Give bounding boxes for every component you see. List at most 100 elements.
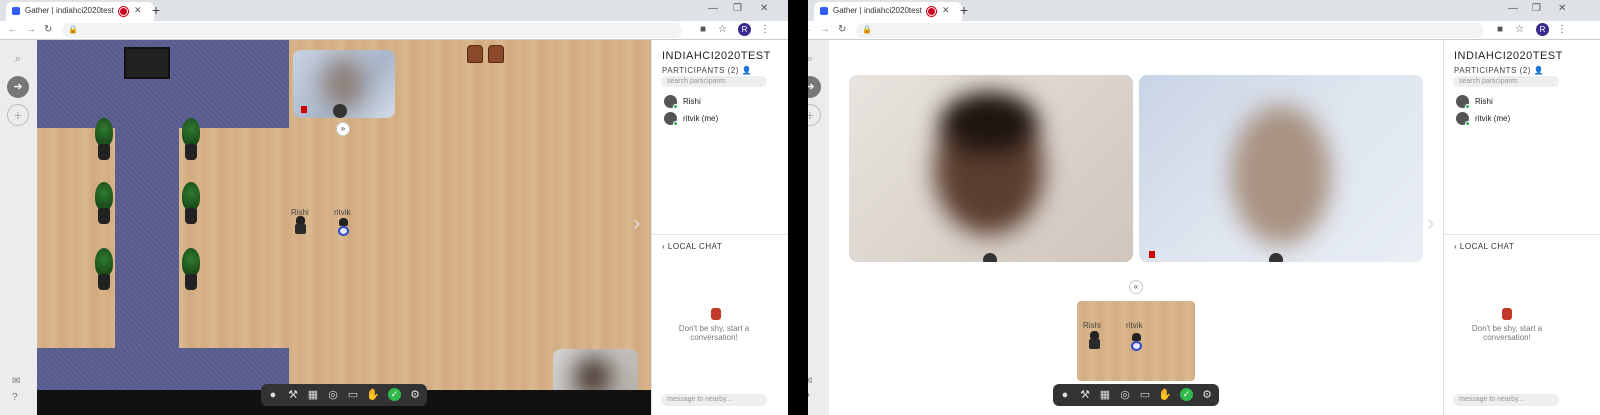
plant <box>95 182 113 226</box>
exit-icon[interactable]: ➜ <box>808 76 821 98</box>
close-window-icon[interactable]: ✕ <box>760 3 768 14</box>
space-name: INDIAHCI2020TEST <box>1454 50 1563 62</box>
game-map[interactable]: » Rishi ritvik › <box>37 40 651 415</box>
screen-share-icon[interactable]: ▭ <box>1137 387 1153 403</box>
minimize-icon[interactable]: — <box>708 3 718 14</box>
bookmark-star-icon[interactable]: ☆ <box>718 24 727 35</box>
screen-share-icon[interactable]: ▭ <box>345 387 361 403</box>
chat-empty-illustration <box>711 308 721 320</box>
mic-muted-icon <box>1149 251 1155 258</box>
map-icon[interactable]: ▦ <box>305 387 321 403</box>
mail-icon[interactable]: ✉ <box>12 376 20 387</box>
restore-icon[interactable]: ❐ <box>733 3 742 14</box>
url-field[interactable]: 🔒 <box>62 23 682 38</box>
new-tab-button[interactable]: + <box>960 2 968 18</box>
close-tab-icon[interactable]: ✕ <box>134 5 142 16</box>
plant <box>95 248 113 292</box>
profile-avatar[interactable]: R <box>738 23 751 36</box>
blurred-face <box>1231 105 1331 245</box>
avatar-ritvik[interactable] <box>1129 333 1143 353</box>
hand-icon[interactable]: ✋ <box>365 387 381 403</box>
avatar-icon[interactable]: ● <box>265 387 281 403</box>
online-dot <box>1465 104 1470 109</box>
build-hammer-icon[interactable]: ⚒ <box>285 387 301 403</box>
avatar-icon[interactable]: ● <box>1057 387 1073 403</box>
local-chat-header[interactable]: ‹ LOCAL CHAT <box>662 242 722 251</box>
target-icon[interactable]: ◎ <box>1117 387 1133 403</box>
chevron-double-up-icon[interactable]: « <box>1129 280 1143 294</box>
message-input[interactable]: message to nearby... <box>1453 394 1559 406</box>
status-available-icon[interactable]: ✓ <box>388 388 401 401</box>
local-chat-header[interactable]: ‹ LOCAL CHAT <box>1454 242 1514 251</box>
add-icon[interactable]: + <box>7 104 29 126</box>
address-bar: ← → ↻ 🔒 ■ ☆ R ⋮ <box>808 21 1600 40</box>
browser-window-left: Gather | indiahci2020test ✕ + — ❐ ✕ ← → … <box>0 0 788 415</box>
bottom-toolbar: ● ⚒ ▦ ◎ ▭ ✋ ✓ ⚙ <box>261 384 427 406</box>
reload-icon[interactable]: ↻ <box>838 24 846 35</box>
avatar-name-ritvik: ritvik <box>334 208 351 217</box>
browser-tab[interactable]: Gather | indiahci2020test ✕ <box>814 2 962 21</box>
reload-icon[interactable]: ↻ <box>44 24 52 35</box>
map-icon[interactable]: ▦ <box>1097 387 1113 403</box>
close-window-icon[interactable]: ✕ <box>1558 3 1566 14</box>
participants-panel: INDIAHCI2020TEST PARTICIPANTS (2) 👤 sear… <box>651 40 788 415</box>
avatar-mini <box>983 253 997 262</box>
new-tab-button[interactable]: + <box>152 2 160 18</box>
avatar-ritvik[interactable] <box>336 218 350 238</box>
avatar-rishi[interactable] <box>1087 331 1101 351</box>
video-tile-rishi[interactable] <box>1139 75 1423 262</box>
avatar-rishi[interactable] <box>293 216 307 236</box>
chair <box>488 45 504 63</box>
hand-icon[interactable]: ✋ <box>1157 387 1173 403</box>
add-person-icon[interactable]: 👤 <box>1534 66 1544 75</box>
minimize-icon[interactable]: — <box>1508 3 1518 14</box>
browser-menu-icon[interactable]: ⋮ <box>1557 24 1567 35</box>
restore-icon[interactable]: ❐ <box>1532 3 1541 14</box>
target-icon[interactable]: ◎ <box>325 387 341 403</box>
recording-icon <box>928 8 935 15</box>
participant-video-rishi[interactable] <box>293 50 395 118</box>
settings-gear-icon[interactable]: ⚙ <box>1199 387 1215 403</box>
search-icon[interactable]: ⌕ <box>7 48 29 70</box>
online-dot <box>673 121 678 126</box>
search-icon[interactable]: ⌕ <box>808 48 821 70</box>
mail-icon[interactable]: ✉ <box>808 376 812 387</box>
message-input[interactable]: message to nearby... <box>661 394 767 406</box>
search-participants-input[interactable]: search participants <box>1453 76 1559 87</box>
chevron-double-down-icon[interactable]: » <box>336 122 350 136</box>
camera-icon[interactable]: ■ <box>700 24 706 35</box>
exit-icon[interactable]: ➜ <box>7 76 29 98</box>
help-icon[interactable]: ? <box>808 392 810 403</box>
mini-map[interactable]: Rishi ritvik <box>1077 301 1195 381</box>
settings-gear-icon[interactable]: ⚙ <box>407 387 423 403</box>
search-participants-input[interactable]: search participants <box>661 76 767 87</box>
back-icon[interactable]: ← <box>808 24 812 35</box>
status-available-icon[interactable]: ✓ <box>1180 388 1193 401</box>
avatar-mini <box>333 104 347 118</box>
tv-screen[interactable] <box>124 47 170 79</box>
back-icon[interactable]: ← <box>8 24 18 35</box>
chevron-right-icon[interactable]: › <box>1427 210 1434 236</box>
browser-menu-icon[interactable]: ⋮ <box>760 24 770 35</box>
recording-icon <box>120 8 127 15</box>
build-hammer-icon[interactable]: ⚒ <box>1077 387 1093 403</box>
add-icon[interactable]: + <box>808 104 821 126</box>
close-tab-icon[interactable]: ✕ <box>942 5 950 16</box>
participants-panel: INDIAHCI2020TEST PARTICIPANTS (2) 👤 sear… <box>1443 40 1600 415</box>
blurred-hair <box>941 93 1037 153</box>
profile-avatar[interactable]: R <box>1536 23 1549 36</box>
forward-icon[interactable]: → <box>820 24 830 35</box>
video-tile-ritvik[interactable] <box>849 75 1133 262</box>
gather-favicon-icon <box>12 7 20 15</box>
bookmark-star-icon[interactable]: ☆ <box>1515 24 1524 35</box>
plant <box>95 118 113 162</box>
help-icon[interactable]: ? <box>12 392 18 403</box>
camera-icon[interactable]: ■ <box>1497 24 1503 35</box>
browser-tab[interactable]: Gather | indiahci2020test ✕ <box>6 2 154 21</box>
add-person-icon[interactable]: 👤 <box>742 66 752 75</box>
empty-chat-text: Don't be shy, start a conversation! <box>678 324 750 342</box>
url-field[interactable]: 🔒 <box>856 23 1484 38</box>
forward-icon[interactable]: → <box>26 24 36 35</box>
chevron-right-icon[interactable]: › <box>633 210 640 236</box>
bottom-toolbar: ● ⚒ ▦ ◎ ▭ ✋ ✓ ⚙ <box>1053 384 1219 406</box>
